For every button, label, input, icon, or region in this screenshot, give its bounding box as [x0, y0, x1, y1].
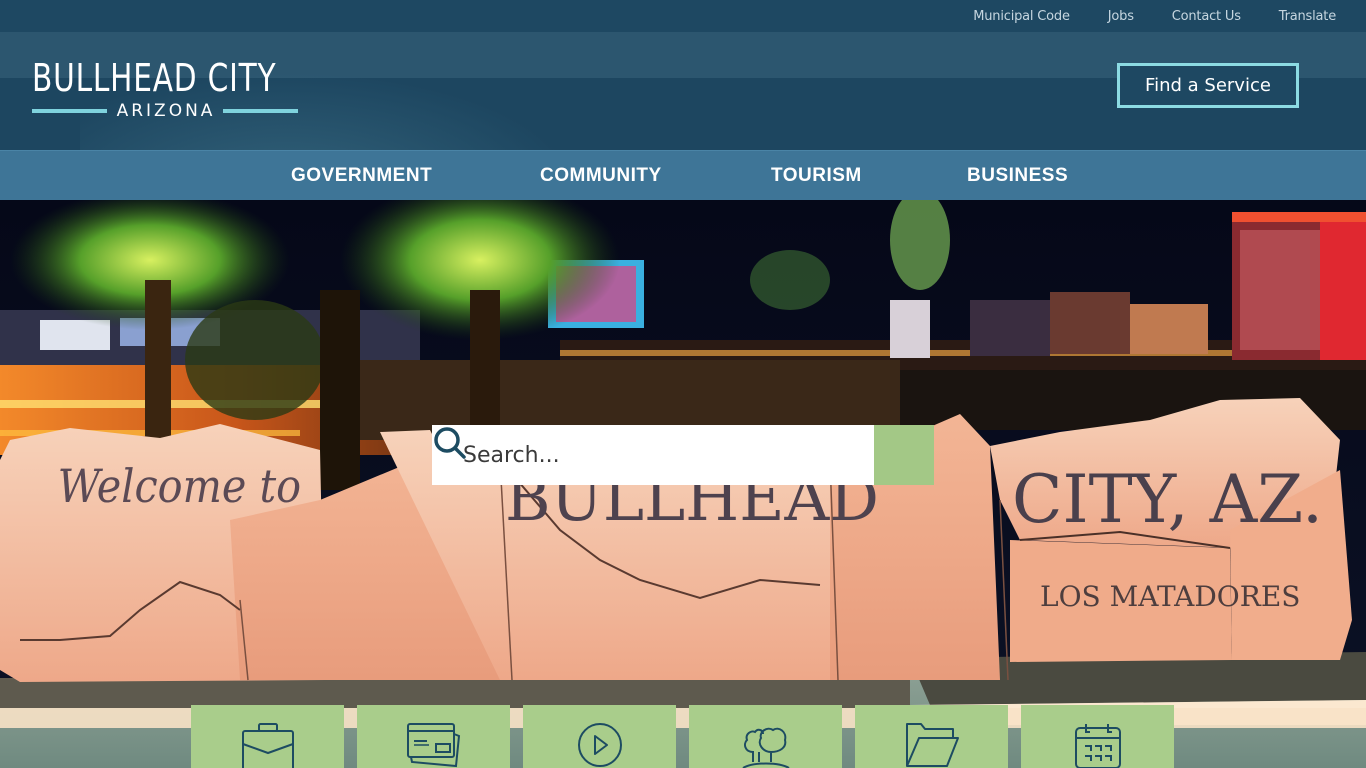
logo-subtitle: ARIZONA	[116, 101, 216, 121]
sign-text-city-az: CITY, AZ.	[1012, 461, 1323, 538]
search-icon	[434, 427, 466, 459]
main-nav: GOVERNMENT COMMUNITY TOURISM BUSINESS	[0, 150, 1366, 200]
quick-link-jobs[interactable]	[191, 705, 344, 768]
hero-banner: Welcome to BULLHEAD CITY, AZ. LOS MATADO…	[0, 200, 1366, 768]
quick-link-parks[interactable]	[689, 705, 842, 768]
logo-title: BULLHEAD CITY	[32, 56, 277, 100]
sign-base-ledge	[0, 678, 910, 708]
calendar-icon	[1074, 724, 1121, 768]
site-logo[interactable]: BULLHEAD CITY ARIZONA	[32, 56, 299, 122]
logo-subtitle-row: ARIZONA	[32, 100, 299, 122]
utility-link-municipal-code[interactable]: Municipal Code	[973, 9, 1070, 24]
search-button[interactable]	[434, 425, 934, 485]
briefcase-icon	[241, 723, 294, 768]
utility-bar: Municipal Code Jobs Contact Us Translate	[0, 0, 1366, 32]
quick-link-videos[interactable]	[523, 705, 676, 768]
nav-item-tourism[interactable]: TOURISM	[771, 151, 862, 201]
sign-text-welcome: Welcome to	[58, 460, 301, 514]
quick-link-documents[interactable]	[855, 705, 1008, 768]
quick-links	[191, 705, 1174, 768]
logo-rule-left	[32, 109, 107, 113]
nav-item-government[interactable]: GOVERNMENT	[291, 151, 432, 201]
utility-link-contact-us[interactable]: Contact Us	[1172, 9, 1241, 24]
search-input[interactable]	[432, 425, 874, 485]
nav-item-business[interactable]: BUSINESS	[967, 151, 1068, 201]
logo-rule-right	[223, 109, 299, 113]
folder-icon	[905, 723, 959, 767]
utility-nav: Municipal Code Jobs Contact Us Translate	[973, 0, 1336, 32]
utility-link-jobs[interactable]: Jobs	[1108, 9, 1134, 24]
play-icon	[577, 723, 622, 767]
trees-icon	[741, 727, 790, 768]
nav-item-community[interactable]: COMMUNITY	[540, 151, 662, 201]
utility-link-translate[interactable]: Translate	[1279, 9, 1336, 24]
find-a-service-button[interactable]: Find a Service	[1117, 63, 1299, 108]
sign-text-plaque: LOS MATADORES	[1040, 580, 1300, 613]
site-header: BULLHEAD CITY ARIZONA Find a Service	[0, 32, 1366, 150]
credit-card-icon	[406, 723, 460, 768]
quick-link-calendar[interactable]	[1021, 705, 1174, 768]
quick-link-payments[interactable]	[357, 705, 510, 768]
site-search	[432, 425, 934, 485]
